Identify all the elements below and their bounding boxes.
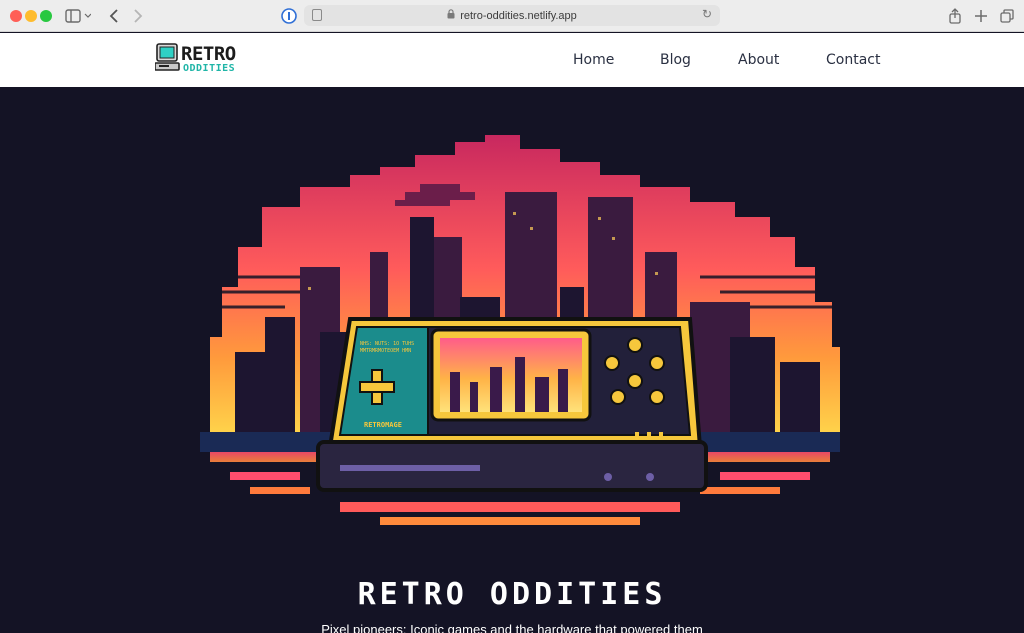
nav-blog[interactable]: Blog	[660, 52, 691, 68]
svg-text:MMTRMRMOTEOEM HMN: MMTRMRMOTEOEM HMN	[360, 348, 411, 354]
hero-illustration: NHS: NUTS: 1O TUHS MMTRMRMOTEOEM HMN RET…	[200, 135, 845, 525]
nav-about[interactable]: About	[738, 52, 779, 68]
logo-title: RETRO	[181, 43, 236, 65]
game-console-illustration: NHS: NUTS: 1O TUHS MMTRMRMOTEOEM HMN RET…	[316, 317, 708, 492]
url-text: retro-oddities.netlify.app	[460, 9, 577, 22]
hero-subtitle: Pixel pioneers: Iconic games and the har…	[321, 622, 703, 633]
console-brand: RETROMAGE	[364, 421, 402, 429]
sidebar-toggle-icon[interactable]	[64, 6, 92, 26]
site-header: RETRO ODDITIES Home Blog About Contact	[0, 33, 1024, 87]
share-icon[interactable]	[946, 6, 964, 26]
reload-icon[interactable]: ↻	[702, 7, 712, 21]
computer-icon	[155, 43, 180, 71]
back-icon[interactable]	[106, 6, 122, 26]
lock-icon	[447, 9, 455, 22]
password-manager-icon[interactable]	[280, 6, 298, 26]
nav-home[interactable]: Home	[573, 52, 614, 68]
svg-text:NHS: NUTS: 1O TUHS: NHS: NUTS: 1O TUHS	[360, 341, 414, 347]
hero-section: NHS: NUTS: 1O TUHS MMTRMRMOTEOEM HMN RET…	[0, 87, 1024, 633]
new-tab-icon[interactable]	[972, 6, 990, 26]
logo-subtitle: ODDITIES	[183, 63, 236, 74]
browser-toolbar: retro-oddities.netlify.app ↻	[0, 0, 1024, 32]
page-icon	[312, 9, 322, 21]
forward-icon[interactable]	[130, 6, 146, 26]
tab-overview-icon[interactable]	[998, 6, 1016, 26]
close-window-button[interactable]	[10, 10, 22, 22]
site-logo[interactable]: RETRO ODDITIES	[155, 41, 245, 79]
zoom-window-button[interactable]	[40, 10, 52, 22]
minimize-window-button[interactable]	[25, 10, 37, 22]
hero-title: RETRO ODDITIES	[357, 577, 667, 612]
nav-contact[interactable]: Contact	[826, 52, 880, 68]
address-bar[interactable]: retro-oddities.netlify.app ↻	[304, 5, 720, 26]
